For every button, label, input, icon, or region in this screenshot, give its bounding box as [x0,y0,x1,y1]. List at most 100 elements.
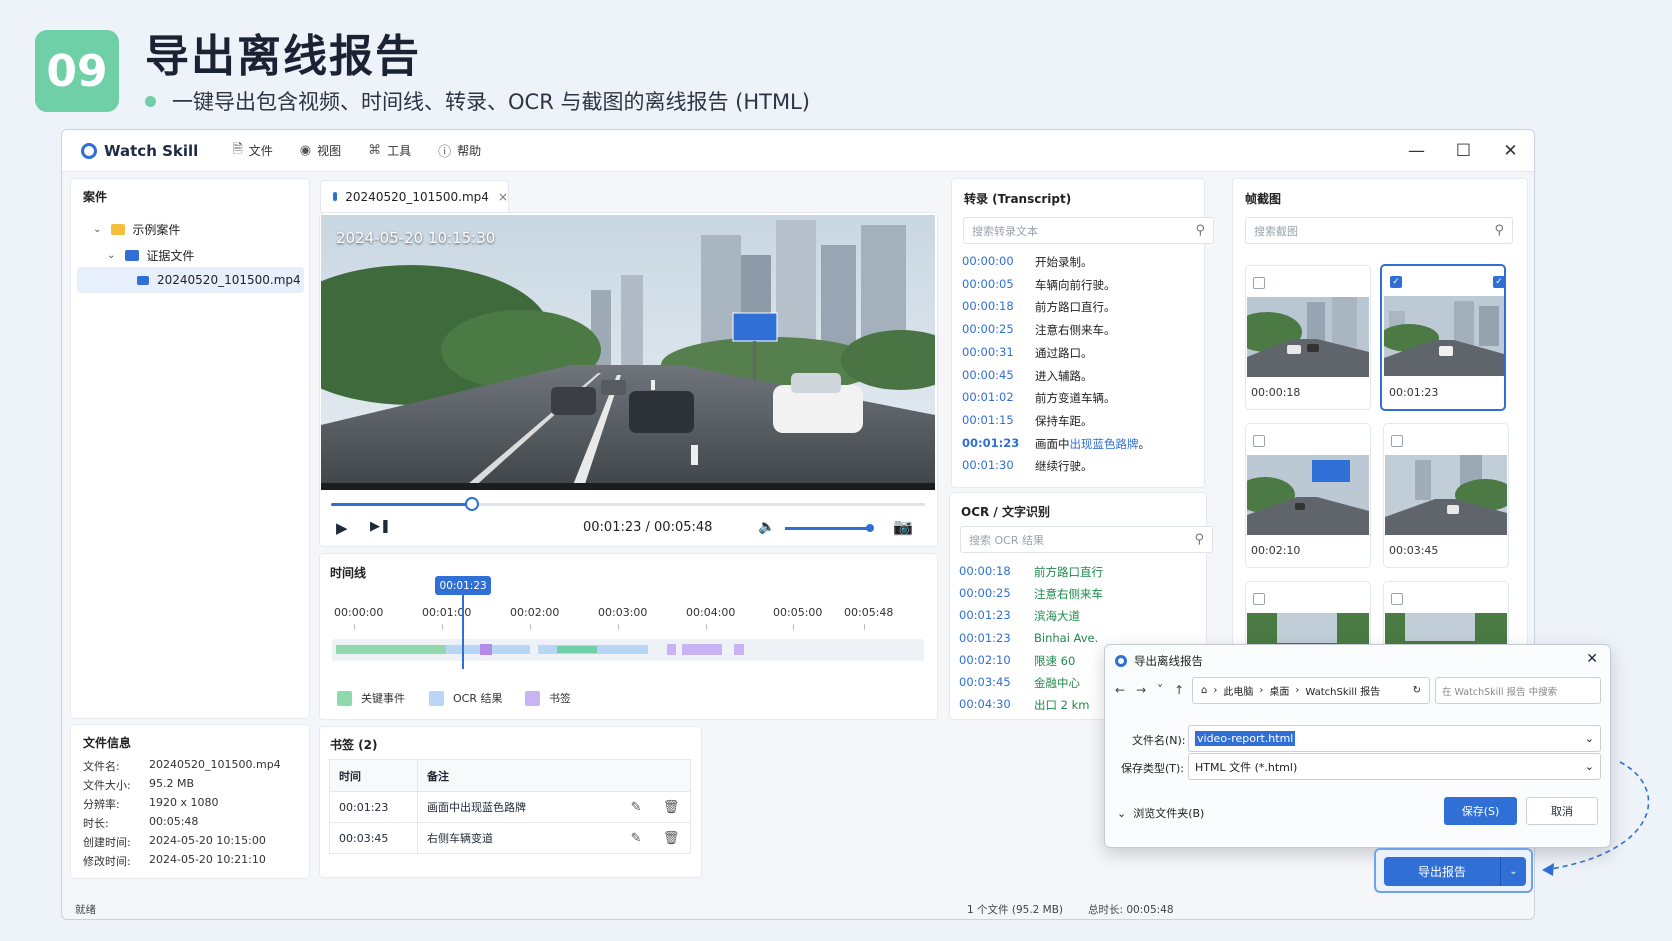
frame-checkbox[interactable] [1253,593,1265,605]
chevron-down-icon[interactable]: ⌄ [107,250,115,261]
forward-icon[interactable]: → [1136,683,1146,697]
transcript-row[interactable]: 00:01:02 前方变道车辆。 [962,390,1116,406]
tree-item-evidence[interactable]: ⌄ 证据文件 [107,247,194,264]
transcript-row[interactable]: 00:00:00 开始录制。 [962,254,1093,270]
frame-card[interactable]: 00:03:45 [1383,423,1509,568]
volume-handle[interactable] [866,524,874,532]
breadcrumb-item[interactable]: 桌面 [1269,683,1289,698]
menu-tools[interactable]: ⌘ 工具 [368,140,411,162]
timeline-track[interactable] [332,639,924,661]
frame-checkbox[interactable] [1391,435,1403,447]
transcript-time[interactable]: 00:01:23 [962,436,1035,452]
chevron-down-icon[interactable]: ⌄ [93,224,101,235]
chevron-down-icon[interactable]: ⌄ [1585,732,1594,745]
transcript-row[interactable]: 00:01:15 保持车距。 [962,413,1093,429]
menu-file[interactable]: 🗎 文件 [232,140,272,162]
transcript-time[interactable]: 00:01:15 [962,413,1035,429]
ocr-row[interactable]: 00:04:30 出口 2 km [959,697,1090,713]
save-button[interactable]: 保存(S) [1444,797,1517,825]
breadcrumb-item[interactable]: WatchSkill 报告 [1305,683,1380,698]
transcript-time[interactable]: 00:00:31 [962,345,1035,361]
next-frame-icon[interactable]: ▶❚ [370,519,391,534]
refresh-icon[interactable]: ↻ [1413,685,1421,696]
transcript-row[interactable]: 00:01:23 画面中出现蓝色路牌。 [962,436,1150,452]
edit-icon[interactable]: ✎ [631,800,642,815]
video-frame[interactable]: 2024-05-20 10:15:30 [321,215,935,490]
frame-card[interactable]: 00:00:18 [1245,265,1371,410]
up-icon[interactable]: ↑ [1174,683,1184,697]
video-progress-track[interactable] [331,497,925,511]
dialog-close-icon[interactable]: ✕ [1586,651,1598,667]
volume-slider[interactable] [785,524,874,532]
ocr-time[interactable]: 00:00:25 [959,586,1034,602]
frame-card[interactable] [1245,581,1371,648]
timeline-bookmark-marker[interactable] [682,644,722,655]
ocr-time[interactable]: 00:01:23 [959,608,1034,624]
ocr-row[interactable]: 00:00:18 前方路口直行 [959,564,1103,580]
export-report-button[interactable]: 导出报告 ⌄ [1384,857,1526,886]
transcript-time[interactable]: 00:00:05 [962,277,1035,293]
ocr-row[interactable]: 00:01:23 Binhai Ave. [959,631,1098,645]
close-icon[interactable]: ✕ [1487,130,1534,172]
tree-item-case[interactable]: ⌄ 示例案件 [93,221,180,238]
transcript-row[interactable]: 00:00:05 车辆向前行驶。 [962,277,1116,293]
menu-view[interactable]: ◉ 视图 [300,140,341,162]
chevron-down-icon[interactable]: ˅ [1157,683,1163,697]
breadcrumb-item[interactable]: 此电脑 [1223,683,1253,698]
ocr-time[interactable]: 00:04:30 [959,697,1034,713]
ocr-time[interactable]: 00:02:10 [959,653,1034,669]
table-row[interactable]: 00:03:45 右侧车辆变道 ✎ 🗑 [330,822,690,853]
timeline-bookmark-marker[interactable] [667,644,676,655]
ocr-row[interactable]: 00:03:45 金融中心 [959,675,1080,691]
search-icon[interactable]: ⚲ [1194,532,1204,547]
frame-card-selected[interactable]: ✓ ✓ 00:01:23 [1380,264,1506,411]
transcript-row[interactable]: 00:00:31 通过路口。 [962,345,1093,361]
frame-checkbox-checked[interactable]: ✓ [1390,276,1402,288]
frame-checkbox[interactable] [1253,277,1265,289]
close-tab-icon[interactable]: × [498,190,508,204]
minimize-icon[interactable]: — [1393,130,1440,172]
timeline-event-segment[interactable] [557,646,597,653]
search-icon[interactable]: ⚲ [1195,223,1205,238]
tree-item-video-file[interactable]: 20240520_101500.mp4 [77,267,304,293]
frame-checkbox[interactable] [1253,435,1265,447]
transcript-row[interactable]: 00:00:18 前方路口直行。 [962,299,1116,315]
timeline-bookmark-marker[interactable] [480,644,492,655]
frame-card[interactable]: 00:02:10 [1245,423,1371,568]
transcript-time[interactable]: 00:00:18 [962,299,1035,315]
transcript-row[interactable]: 00:01:30 继续行驶。 [962,458,1093,474]
ocr-row[interactable]: 00:00:25 注意右侧来车 [959,586,1103,602]
ocr-time[interactable]: 00:03:45 [959,675,1034,691]
transcript-time[interactable]: 00:01:02 [962,390,1035,406]
delete-icon[interactable]: 🗑 [663,800,680,815]
transcript-time[interactable]: 00:00:25 [962,322,1035,338]
transcript-time[interactable]: 00:00:45 [962,368,1035,384]
transcript-search-input[interactable]: 搜索转录文本 ⚲ [963,217,1214,244]
transcript-row[interactable]: 00:00:45 进入辅路。 [962,368,1093,384]
transcript-time[interactable]: 00:00:00 [962,254,1035,270]
play-icon[interactable]: ▶ [336,519,348,537]
delete-icon[interactable]: 🗑 [663,831,680,846]
dialog-search-input[interactable]: 在 WatchSkill 报告 中搜索 [1435,677,1601,704]
ocr-time[interactable]: 00:00:18 [959,564,1034,580]
address-bar[interactable]: ⌂ › 此电脑 › 桌面 › WatchSkill 报告 ↻ [1192,677,1430,704]
frames-search-input[interactable]: 搜索截图 ⚲ [1245,217,1513,244]
volume-icon[interactable]: 🔈 [758,519,775,535]
table-row[interactable]: 00:01:23 画面中出现蓝色路牌 ✎ 🗑 [330,791,690,822]
tab-video-file[interactable]: 20240520_101500.mp4 × [320,180,509,212]
camera-icon[interactable]: 📷 [893,517,913,536]
timeline-event-segment[interactable] [336,645,446,654]
check-icon[interactable]: ✓ [1493,276,1505,288]
ocr-row[interactable]: 00:02:10 限速 60 [959,653,1075,669]
back-icon[interactable]: ← [1115,683,1125,697]
frame-card[interactable] [1383,581,1509,648]
transcript-row[interactable]: 00:00:25 注意右侧来车。 [962,322,1116,338]
maximize-icon[interactable]: ☐ [1440,130,1487,172]
ocr-search-input[interactable]: 搜索 OCR 结果 ⚲ [960,526,1213,553]
ocr-row[interactable]: 00:01:23 滨海大道 [959,608,1080,624]
transcript-time[interactable]: 00:01:30 [962,458,1035,474]
browse-folders-toggle[interactable]: ⌄ 浏览文件夹(B) [1117,805,1204,821]
ocr-time[interactable]: 00:01:23 [959,631,1034,645]
search-icon[interactable]: ⚲ [1494,223,1504,238]
edit-icon[interactable]: ✎ [631,831,642,846]
